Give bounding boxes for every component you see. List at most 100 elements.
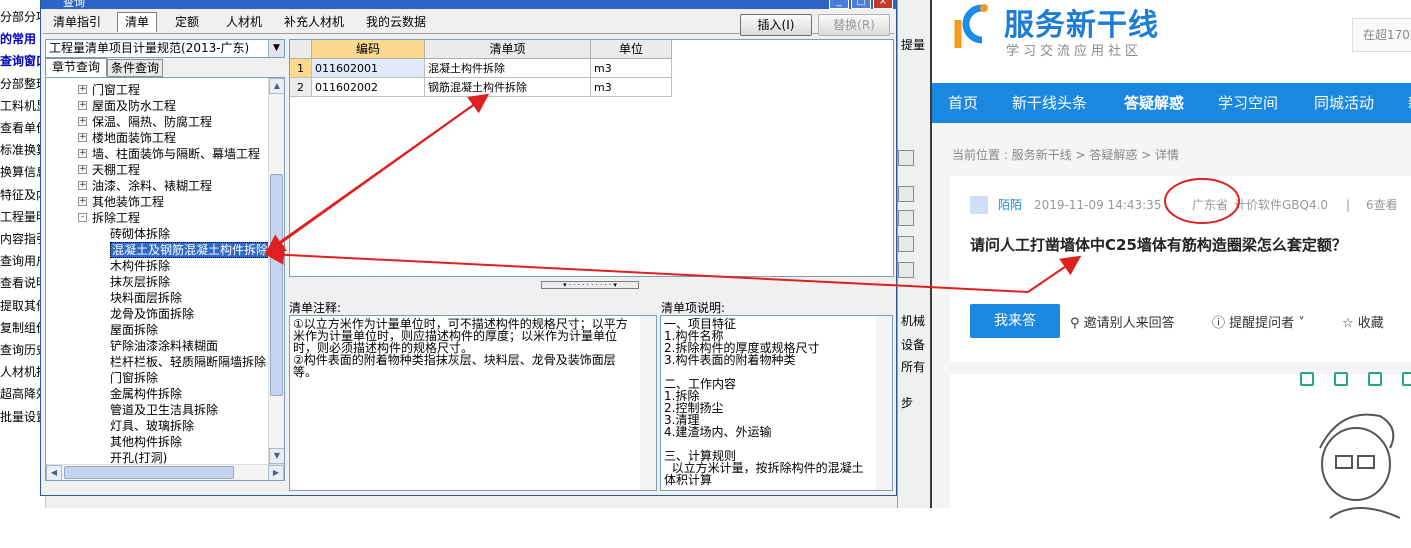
description-textbox[interactable]: 一、项目特征 1.构件名称 2.拆除构件的厚度或规格尺寸 3.构件表面的附着物种…	[660, 315, 893, 491]
replace-button[interactable]: 替换(R)	[818, 14, 890, 36]
tab-condition-query[interactable]: 条件查询	[107, 59, 163, 77]
panel-splitter[interactable]: ▾ · · · · · · · · · · ▾	[541, 281, 639, 289]
tree-item[interactable]: 混凝土及钢筋混凝土构件拆除	[110, 242, 271, 258]
tree-item[interactable]: + 天棚工程	[78, 162, 140, 178]
tree-item[interactable]: 其他构件拆除	[110, 434, 182, 450]
scroll-down-icon[interactable]: ▼	[269, 448, 284, 464]
invite-button[interactable]: ⚲ 邀请别人来回答	[1070, 312, 1175, 331]
expand-icon[interactable]: +	[78, 181, 87, 190]
cell-code[interactable]: 011602001	[312, 59, 425, 78]
tree-item[interactable]: 木构件拆除	[110, 258, 170, 274]
standard-select[interactable]: 工程量清单项目计量规范(2013-广东) ▼	[45, 39, 285, 58]
expand-icon[interactable]	[1334, 372, 1348, 386]
background-strip-button[interactable]	[898, 236, 914, 252]
scroll-thumb[interactable]	[64, 466, 234, 479]
tree-item[interactable]: 门窗拆除	[110, 370, 158, 386]
cell-unit[interactable]: m3	[591, 59, 672, 78]
tab-bill-guide[interactable]: 清单指引	[47, 12, 107, 32]
scroll-right-icon[interactable]: ▶	[268, 465, 284, 480]
copy-icon[interactable]	[1300, 372, 1314, 386]
description-label: 清单项说明:	[661, 301, 726, 315]
tree-vertical-scrollbar[interactable]: ▲ ▼	[268, 78, 284, 464]
background-strip-button[interactable]	[898, 186, 914, 202]
tree-item[interactable]: + 其他装饰工程	[78, 194, 164, 210]
tree-item[interactable]: + 门窗工程	[78, 82, 140, 98]
tree-item[interactable]: 管道及卫生洁具拆除	[110, 402, 218, 418]
tab-materials[interactable]: 人材机	[219, 12, 269, 32]
expand-icon[interactable]: +	[78, 117, 87, 126]
tree-item[interactable]: 金属构件拆除	[110, 386, 182, 402]
nav-home[interactable]: 首页	[948, 83, 978, 123]
tree-item[interactable]: 栏杆栏板、轻质隔断隔墙拆除	[110, 354, 266, 370]
tab-chapter-query[interactable]: 章节查询	[45, 58, 107, 77]
nav-learning[interactable]: 学习空间	[1218, 83, 1278, 123]
tree-item[interactable]: 砖砌体拆除	[110, 226, 170, 242]
expand-icon[interactable]: +	[78, 133, 87, 142]
cell-code[interactable]: 011602002	[312, 78, 425, 97]
grid-header-code[interactable]: 编码	[312, 40, 425, 59]
expand-icon[interactable]: +	[78, 197, 87, 206]
expand-icon[interactable]: +	[78, 165, 87, 174]
search-input[interactable]: 在超170万	[1352, 18, 1411, 52]
tree-item[interactable]: + 楼地面装饰工程	[78, 130, 176, 146]
cell-unit[interactable]: m3	[591, 78, 672, 97]
answer-button[interactable]: 我来答	[970, 304, 1060, 338]
cell-name[interactable]: 钢筋混凝土构件拆除	[425, 78, 591, 97]
remind-button[interactable]: ⓘ 提醒提问者 ˅	[1212, 312, 1305, 331]
site-logo-title[interactable]: 服务新干线	[1004, 0, 1159, 44]
tree-item[interactable]: 抹灰层拆除	[110, 274, 170, 290]
tab-cloud-data[interactable]: 我的云数据	[361, 12, 431, 32]
chevron-down-icon[interactable]: ▼	[268, 40, 284, 57]
expand-icon[interactable]: +	[78, 101, 87, 110]
grid-header-unit[interactable]: 单位	[591, 40, 672, 59]
tree-item[interactable]: + 保温、隔热、防腐工程	[78, 114, 212, 130]
tree-item[interactable]: 龙骨及饰面拆除	[110, 306, 194, 322]
tree-item[interactable]: - 拆除工程	[78, 210, 140, 226]
tree-item[interactable]: + 墙、柱面装饰与隔断、幕墙工程	[78, 146, 260, 162]
tab-bill[interactable]: 清单	[117, 12, 157, 32]
collapse-icon[interactable]: -	[78, 213, 87, 222]
notes-textbox[interactable]: ①以立方米作为计量单位时，可不描述构件的规格尺寸；以平方米作为计量单位时，则应描…	[289, 315, 657, 491]
textbox-scrollbar[interactable]	[640, 316, 656, 490]
tab-supplement-materials[interactable]: 补充人材机	[279, 12, 349, 32]
tab-quota[interactable]: 定额	[167, 12, 207, 32]
row-number[interactable]: 1	[290, 59, 312, 78]
tree-item[interactable]: 铲除油漆涂料裱糊面	[110, 338, 218, 354]
tree-item[interactable]: 块料面层拆除	[110, 290, 182, 306]
scroll-left-icon[interactable]: ◀	[46, 465, 62, 480]
row-number[interactable]: 2	[290, 78, 312, 97]
grid-header-name[interactable]: 清单项	[425, 40, 591, 59]
nav-headlines[interactable]: 新干线头条	[1012, 83, 1087, 123]
author-name[interactable]: 陌陌	[998, 196, 1022, 214]
cell-name[interactable]: 混凝土构件拆除	[425, 59, 591, 78]
scroll-thumb[interactable]	[270, 174, 283, 396]
background-strip-button[interactable]	[898, 262, 914, 278]
expand-icon[interactable]: +	[78, 85, 87, 94]
tree-item[interactable]: 灯具、玻璃拆除	[110, 418, 194, 434]
tree-item[interactable]: + 油漆、涂料、裱糊工程	[78, 178, 212, 194]
favorite-button[interactable]: ☆ 收藏	[1342, 312, 1384, 331]
tree-item-label: 抹灰层拆除	[110, 275, 171, 289]
close-button[interactable]: ×	[873, 0, 893, 9]
avatar[interactable]	[970, 196, 988, 214]
expand-icon[interactable]: +	[78, 149, 87, 158]
tree-horizontal-scrollbar[interactable]: ◀ ▶	[46, 464, 284, 480]
tree-item[interactable]: + 屋面及防水工程	[78, 98, 176, 114]
chapter-tree: + 门窗工程 + 屋面及防水工程 + 保温、隔热、防腐工程 + 楼地面装饰工程 + 墙、柱面装饰与…	[45, 77, 285, 481]
background-strip-button[interactable]	[898, 150, 914, 166]
scroll-up-icon[interactable]: ▲	[269, 78, 284, 94]
minimize-button[interactable]: _	[829, 0, 849, 9]
nav-events[interactable]: 同城活动	[1314, 83, 1374, 123]
tree-item[interactable]: 屋面拆除	[110, 322, 158, 338]
textbox-scrollbar[interactable]	[876, 316, 892, 490]
nav-qa[interactable]: 答疑解惑	[1124, 83, 1184, 123]
maximize-button[interactable]: □	[851, 0, 871, 9]
question-title: 请问人工打凿墙体中C25墙体有筋构造圈梁怎么套定额？	[970, 236, 1347, 254]
tree-item-label: 门窗工程	[92, 83, 141, 97]
share-icon[interactable]	[1402, 372, 1411, 386]
insert-button[interactable]: 插入(I)	[740, 14, 812, 36]
background-strip-button[interactable]	[898, 210, 914, 226]
save-icon[interactable]	[1368, 372, 1382, 386]
web-page: 服务新干线 学习交流应用社区 在超170万 首页 新干线头条 答疑解惑 学习空间…	[930, 0, 1411, 519]
tree-item-label: 其他装饰工程	[92, 195, 165, 209]
